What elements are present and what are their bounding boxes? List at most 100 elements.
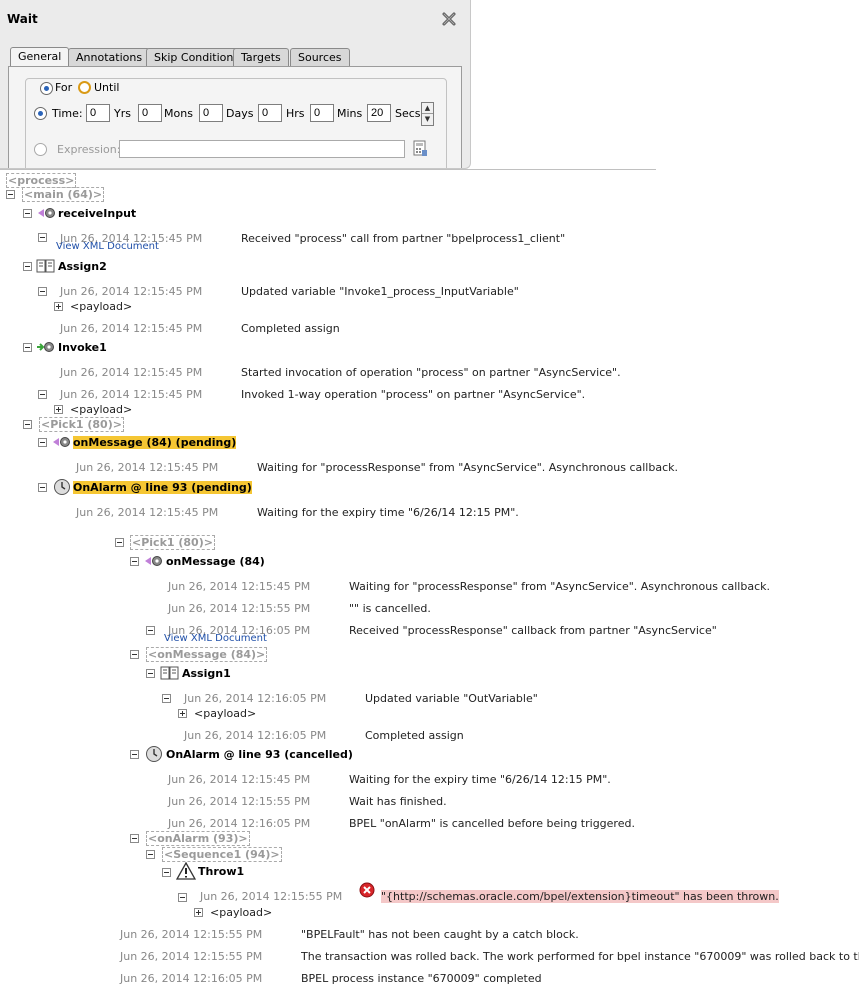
collapse-onalarm-toggle[interactable] <box>38 483 47 492</box>
process-scope[interactable]: <process> <box>6 173 77 188</box>
timestamp: Jun 26, 2014 12:16:05 PM <box>120 972 263 985</box>
collapse-onmessage-toggle[interactable] <box>38 438 47 447</box>
collapse-pick1-toggle[interactable] <box>23 420 32 429</box>
event-message: Completed assign <box>241 322 340 335</box>
payload-node[interactable]: <payload> <box>194 707 256 720</box>
main-scope[interactable]: <main (64)> <box>22 187 105 202</box>
event-message: Wait has finished. <box>349 795 447 808</box>
onmessage-scope[interactable]: <onMessage (84)> <box>146 647 268 662</box>
onmessage-activity[interactable]: onMessage (84) <box>166 555 265 568</box>
collapse-sequence1-toggle[interactable] <box>146 850 155 859</box>
collapse-receive-event-toggle[interactable] <box>38 233 47 242</box>
collapse-onmessage-scope-toggle[interactable] <box>130 650 139 659</box>
seconds-input[interactable] <box>367 104 391 122</box>
onalarm-pending-activity[interactable]: OnAlarm @ line 93 (pending) <box>73 481 252 494</box>
collapse-callback-event-toggle[interactable] <box>146 626 155 635</box>
collapse-throw1-toggle[interactable] <box>162 868 171 877</box>
time-label: Time: <box>52 107 83 120</box>
years-unit: Yrs <box>114 107 131 120</box>
collapse-pick1b-toggle[interactable] <box>115 538 124 547</box>
view-xml-link[interactable]: View XML Document <box>56 241 159 252</box>
expand-payload-toggle[interactable] <box>54 405 63 414</box>
assign1-activity[interactable]: Assign1 <box>182 667 231 680</box>
dialog-separator <box>0 169 656 170</box>
tab-annotations[interactable]: Annotations <box>68 48 151 66</box>
timestamp: Jun 26, 2014 12:16:05 PM <box>168 817 311 830</box>
sequence1-scope[interactable]: <Sequence1 (94)> <box>162 847 282 862</box>
timestamp: Jun 26, 2014 12:15:55 PM <box>168 795 311 808</box>
expression-radio[interactable] <box>34 143 47 156</box>
collapse-onalarm-scope-toggle[interactable] <box>130 834 139 843</box>
expand-payload-toggle[interactable] <box>54 302 63 311</box>
collapse-onmessage2-toggle[interactable] <box>130 557 139 566</box>
collapse-receive-toggle[interactable] <box>23 209 32 218</box>
collapse-assign1-event-toggle[interactable] <box>162 694 171 703</box>
timestamp: Jun 26, 2014 12:15:55 PM <box>120 928 263 941</box>
payload-node[interactable]: <payload> <box>70 403 132 416</box>
months-input[interactable] <box>138 104 162 122</box>
payload-node[interactable]: <payload> <box>70 300 132 313</box>
event-message: Waiting for "processResponse" from "Asyn… <box>349 580 770 593</box>
view-xml-link[interactable]: View XML Document <box>164 633 267 644</box>
days-unit: Days <box>226 107 254 120</box>
days-input[interactable] <box>199 104 223 122</box>
expression-builder-icon[interactable] <box>413 140 428 157</box>
timestamp: Jun 26, 2014 12:15:45 PM <box>60 388 203 401</box>
onalarm-scope[interactable]: <onAlarm (93)> <box>146 831 250 846</box>
event-message: BPEL "onAlarm" is cancelled before being… <box>349 817 635 830</box>
tab-targets[interactable]: Targets <box>233 48 289 66</box>
collapse-invoke-event-toggle[interactable] <box>38 390 47 399</box>
receive-gear-icon <box>38 208 55 218</box>
timestamp: Jun 26, 2014 12:15:45 PM <box>60 285 203 298</box>
timestamp: Jun 26, 2014 12:15:55 PM <box>120 950 263 963</box>
pick1-scope-second[interactable]: <Pick1 (80)> <box>130 535 215 550</box>
timestamp: Jun 26, 2014 12:16:05 PM <box>184 692 327 705</box>
tab-skip-condition[interactable]: Skip Condition <box>146 48 242 66</box>
collapse-invoke1-toggle[interactable] <box>23 343 32 352</box>
collapse-assign2-event-toggle[interactable] <box>38 287 47 296</box>
invoke-gear-icon <box>37 342 54 352</box>
event-message: BPEL process instance "670009" completed <box>301 972 542 985</box>
payload-node[interactable]: <payload> <box>210 906 272 919</box>
until-label: Until <box>94 81 120 94</box>
timestamp: Jun 26, 2014 12:15:45 PM <box>60 366 203 379</box>
pick1-scope[interactable]: <Pick1 (80)> <box>39 417 124 432</box>
timestamp: Jun 26, 2014 12:15:55 PM <box>168 602 311 615</box>
timestamp: Jun 26, 2014 12:15:45 PM <box>60 322 203 335</box>
collapse-assign1-toggle[interactable] <box>146 669 155 678</box>
expression-input[interactable] <box>119 140 405 158</box>
tab-general[interactable]: General <box>10 47 70 67</box>
onalarm-cancelled-activity[interactable]: OnAlarm @ line 93 (cancelled) <box>166 748 353 761</box>
tab-sources[interactable]: Sources <box>290 48 350 66</box>
minutes-unit: Mins <box>337 107 363 120</box>
receive-input-activity[interactable]: receiveInput <box>58 207 136 220</box>
collapse-onalarm2-toggle[interactable] <box>130 750 139 759</box>
for-radio[interactable] <box>40 82 53 95</box>
assign-icon <box>36 259 55 273</box>
minutes-input[interactable] <box>310 104 334 122</box>
close-icon[interactable] <box>440 10 458 28</box>
timestamp: Jun 26, 2014 12:16:05 PM <box>184 729 327 742</box>
assign2-activity[interactable]: Assign2 <box>58 260 107 273</box>
onmessage-pending-activity[interactable]: onMessage (84) (pending) <box>73 436 237 449</box>
collapse-throw-event-toggle[interactable] <box>178 893 187 902</box>
throw1-activity[interactable]: Throw1 <box>198 865 244 878</box>
seconds-spinner[interactable]: ▲ ▼ <box>421 102 434 126</box>
collapse-main-toggle[interactable] <box>6 190 15 199</box>
years-input[interactable] <box>86 104 110 122</box>
hours-input[interactable] <box>258 104 282 122</box>
until-radio[interactable] <box>78 81 91 94</box>
expand-payload-toggle[interactable] <box>178 709 187 718</box>
onmessage-gear-icon <box>53 437 70 447</box>
spinner-up-icon[interactable]: ▲ <box>422 103 433 114</box>
error-icon <box>359 882 375 898</box>
expand-payload-toggle[interactable] <box>194 908 203 917</box>
warning-icon <box>176 862 196 880</box>
event-message: Waiting for "processResponse" from "Asyn… <box>257 461 678 474</box>
clock-icon <box>54 479 70 495</box>
invoke1-activity[interactable]: Invoke1 <box>58 341 107 354</box>
spinner-down-icon[interactable]: ▼ <box>422 114 433 124</box>
time-radio[interactable] <box>34 107 47 120</box>
collapse-assign2-toggle[interactable] <box>23 262 32 271</box>
timestamp: Jun 26, 2014 12:15:45 PM <box>168 773 311 786</box>
